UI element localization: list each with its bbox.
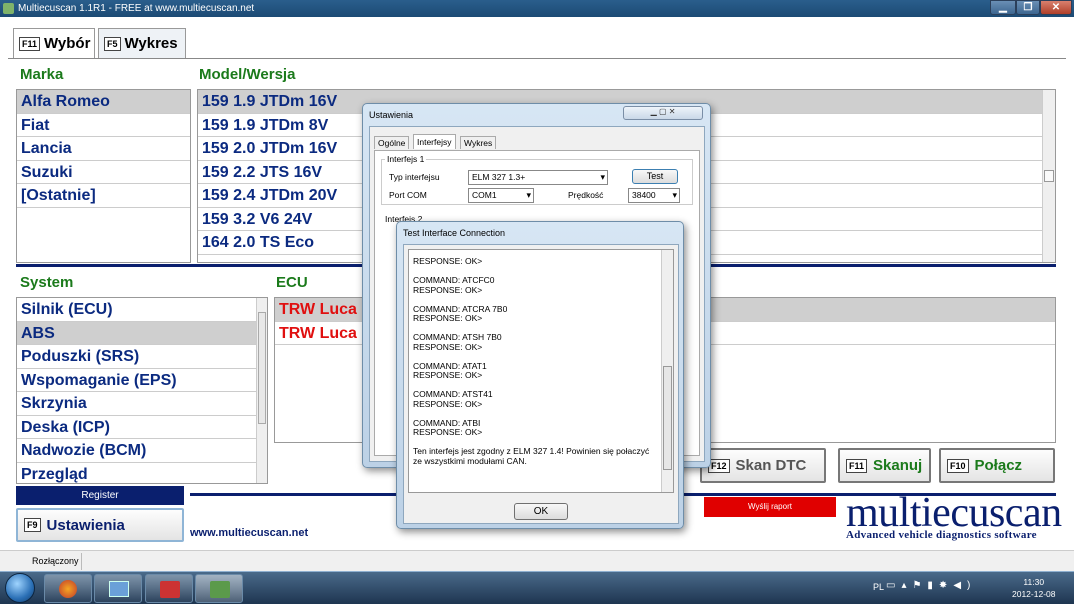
test-dialog-title: Test Interface Connection [403,228,506,238]
system-header: System [20,274,74,291]
make-item[interactable]: Fiat [17,114,190,137]
system-item[interactable]: Przegląd [17,463,267,484]
tab-ogolne[interactable]: Ogólne [374,136,410,149]
scroll-thumb[interactable] [663,366,672,470]
settings-label: Ustawienia [46,516,125,534]
system-item[interactable]: Poduszki (SRS) [17,345,267,369]
scan-button[interactable]: F11 Skanuj [838,448,931,483]
system-item[interactable]: Wspomaganie (EPS) [17,369,267,392]
firefox-icon [59,580,77,598]
tab-wybor-key: F11 [19,36,41,51]
clock[interactable]: 11:30 2012-12-08 [1012,576,1055,600]
connect-key: F10 [947,458,969,473]
make-item[interactable]: Suzuki [17,161,190,184]
tab-wybor-label: Wybór [44,35,91,52]
tab-wykres-key: F5 [104,36,121,51]
system-item[interactable]: ABS [17,321,267,345]
settings-dialog-window-controls[interactable]: ▁ ▢ ✕ [623,106,703,120]
toolbox-icon [160,581,180,598]
tray-icons[interactable]: ▭▴⚑▮✸◀) [886,580,976,591]
system-list: Silnik (ECU) ABS Poduszki (SRS) Wspomaga… [16,297,268,484]
explorer-icon [109,581,129,597]
send-report-button[interactable]: Wyślij raport [704,497,836,517]
close-button[interactable]: ✕ [1040,0,1072,15]
system-item[interactable]: Nadwozie (BCM) [17,439,267,463]
settings-dialog-title: Ustawienia [369,110,414,120]
speed-label: Prędkość [568,190,604,200]
log-textbox[interactable]: RESPONSE: OK> COMMAND: ATCFC0 RESPONSE: O… [408,249,674,493]
multiecuscan-icon [210,581,230,598]
interface-type-select[interactable]: ELM 327 1.3+ [468,170,608,185]
log-line: RESPONSE: OK> [413,398,483,409]
log-line: RESPONSE: OK> [413,370,483,380]
test-button[interactable]: Test [632,169,678,184]
test-dialog-body: RESPONSE: OK> COMMAND: ATCFC0 RESPONSE: O… [403,244,679,524]
log-line: RESPONSE: OK> [413,313,483,323]
scan-dtc-button[interactable]: F12 Skan DTC [700,448,826,483]
language-indicator[interactable]: PL [873,582,884,592]
register-button[interactable]: Register [16,486,184,505]
log-scrollbar[interactable] [661,250,673,492]
tab-wykres[interactable]: F5 Wykres [98,28,186,58]
interface1-label: Interfejs 1 [385,154,427,164]
title-bar: Multiecuscan 1.1R1 - FREE at www.multiec… [0,0,1074,17]
taskbar-explorer[interactable] [94,574,142,603]
clock-date: 2012-12-08 [1012,589,1056,599]
system-item[interactable]: Silnik (ECU) [17,298,267,322]
scroll-thumb[interactable] [1044,170,1054,182]
type-label: Typ interfejsu [389,172,440,182]
scan-label: Skanuj [873,457,923,474]
scan-dtc-label: Skan DTC [735,457,807,474]
tab-wykres-label: Wykres [124,35,178,52]
log-line: RESPONSE: OK> [413,427,483,437]
make-item[interactable]: Lancia [17,137,190,161]
tab-interfejsy[interactable]: Interfejsy [413,134,456,149]
status-bar: Rozłączony [0,550,1074,571]
speed-select[interactable]: 38400 [628,188,680,203]
status-text: Rozłączony [6,553,82,570]
ok-button[interactable]: OK [514,503,568,520]
maximize-button[interactable]: ❐ [1016,0,1040,15]
make-list: Alfa Romeo Fiat Lancia Suzuki [Ostatnie] [16,89,191,263]
connect-label: Połącz [974,457,1023,474]
brand-tagline: Advanced vehicle diagnostics software [846,529,1037,541]
website-link[interactable]: www.multiecuscan.net [190,527,308,539]
log-line: ze wszystkimi modułami CAN. [413,455,527,466]
connect-button[interactable]: F10 Połącz [939,448,1055,483]
make-item[interactable]: Alfa Romeo [17,90,190,114]
taskbar-multiecuscan[interactable] [195,574,243,603]
model-header: Model/Wersja [199,66,296,83]
settings-button[interactable]: F9 Ustawienia [16,508,184,542]
log-line: RESPONSE: OK> [413,256,483,266]
window-title: Multiecuscan 1.1R1 - FREE at www.multiec… [18,3,255,14]
test-connection-dialog: Test Interface Connection RESPONSE: OK> … [396,221,684,529]
port-label: Port COM [389,190,427,200]
clock-time: 11:30 [1023,577,1045,587]
scroll-thumb[interactable] [258,312,266,424]
tab-wybor[interactable]: F11 Wybór [13,28,95,58]
system-item[interactable]: Deska (ICP) [17,416,267,439]
model-list-scrollbar[interactable] [1042,90,1055,262]
system-list-scrollbar[interactable] [256,298,267,483]
tab-wykres-settings[interactable]: Wykres [460,136,497,149]
app-icon [3,3,14,14]
port-select[interactable]: COM1 [468,188,534,203]
tab-divider [8,58,1066,59]
scan-dtc-key: F12 [708,458,730,473]
ecu-header: ECU [276,274,308,291]
taskbar-firefox[interactable] [44,574,92,603]
log-text: RESPONSE: OK> COMMAND: ATCFC0 RESPONSE: O… [413,256,649,466]
marka-header: Marka [20,66,64,83]
make-item[interactable]: [Ostatnie] [17,184,190,208]
taskbar: PL ▭▴⚑▮✸◀) 11:30 2012-12-08 [0,571,1074,604]
log-line: RESPONSE: OK> [413,284,483,295]
log-line: RESPONSE: OK> [413,341,483,352]
scan-key: F11 [846,458,868,473]
system-item[interactable]: Skrzynia [17,392,267,416]
taskbar-app[interactable] [145,574,193,603]
start-button[interactable] [5,573,35,603]
minimize-button[interactable]: ▁ [990,0,1016,15]
settings-key: F9 [24,518,41,532]
